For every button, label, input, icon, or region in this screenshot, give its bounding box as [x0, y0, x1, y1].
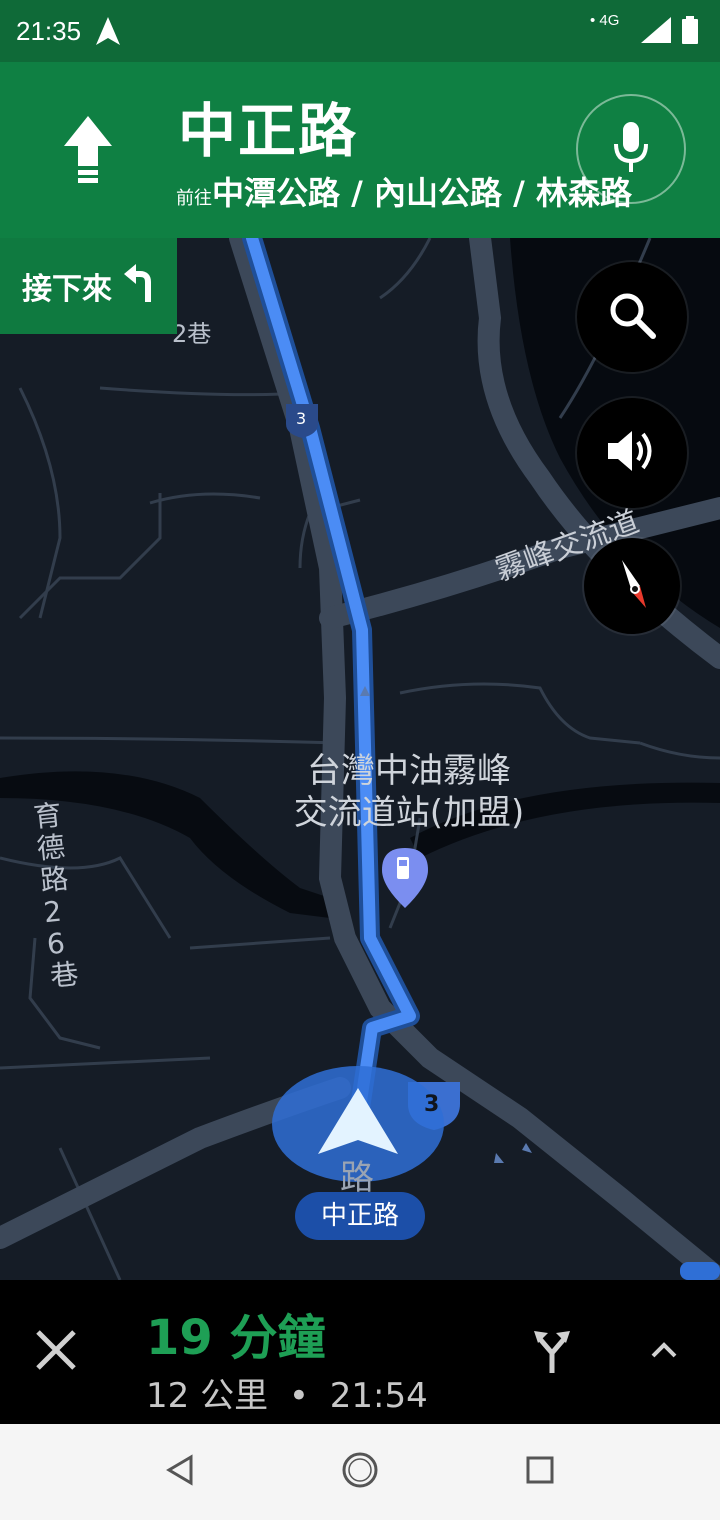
alternate-routes-button[interactable]	[526, 1326, 578, 1378]
next-step-label: 接下來	[22, 272, 112, 307]
fork-route-icon	[532, 1327, 572, 1377]
compass-icon	[612, 558, 652, 614]
toward-roads: 中潭公路 / 內山公路 / 林森路	[212, 174, 632, 212]
gas-station-pin-icon[interactable]	[382, 848, 428, 908]
eta-duration: 19 分鐘	[146, 1310, 326, 1366]
straight-arrow-icon	[60, 116, 116, 188]
navigation-instruction-banner[interactable]: 中正路 前往中潭公路 / 內山公路 / 林森路	[0, 62, 720, 238]
exit-navigation-button[interactable]	[28, 1324, 84, 1380]
poi-label-line2: 交流道站(加盟)	[293, 793, 525, 833]
back-icon	[165, 1454, 195, 1490]
system-navigation-bar	[0, 1424, 720, 1520]
navigation-arrow-icon	[94, 16, 122, 50]
toward-prefix: 前往	[176, 188, 212, 209]
trip-distance: 12 公里	[146, 1376, 269, 1416]
current-road-chip: 中正路	[295, 1192, 425, 1240]
home-button[interactable]	[338, 1450, 382, 1494]
battery-icon	[682, 16, 698, 48]
compass-button[interactable]	[584, 538, 680, 634]
chevron-up-icon	[649, 1340, 679, 1364]
sound-icon	[606, 428, 658, 478]
trip-details: 12 公里 • 21:54	[146, 1368, 428, 1417]
arrival-time: 21:54	[329, 1376, 428, 1416]
route-shield-large-number: 3	[424, 1092, 440, 1117]
recents-button[interactable]	[518, 1450, 562, 1494]
status-time: 21:35	[16, 16, 82, 46]
voice-search-button[interactable]	[576, 94, 686, 204]
poi-label-gas-station[interactable]: 台灣中油霧峰 交流道站(加盟)	[264, 750, 554, 834]
signal-icon	[640, 16, 672, 48]
mic-icon	[611, 120, 651, 178]
poi-label-line1: 台灣中油霧峰	[307, 751, 511, 791]
map-view[interactable]: 2巷 3 霧峰交流道 台灣中油霧峰 交流道站(加盟) 育德路26巷 路 3 中正…	[0, 238, 720, 1280]
current-street-name: 中正路	[178, 97, 359, 165]
network-indicator: • 4G	[590, 12, 620, 29]
home-icon	[341, 1451, 379, 1493]
next-step-chip[interactable]: 接下來	[0, 238, 177, 334]
trip-summary-panel[interactable]: 19 分鐘 12 公里 • 21:54	[0, 1280, 720, 1424]
search-along-route-button[interactable]	[577, 262, 687, 372]
turn-left-icon	[124, 264, 158, 308]
back-button[interactable]	[158, 1450, 202, 1494]
sound-button[interactable]	[577, 398, 687, 508]
search-icon	[607, 290, 657, 344]
close-icon	[36, 1330, 76, 1374]
toward-line: 前往中潭公路 / 內山公路 / 林森路	[176, 168, 632, 214]
trip-separator: •	[288, 1376, 309, 1416]
network-type: 4G	[599, 12, 620, 29]
route-shield-number: 3	[296, 409, 307, 428]
status-bar: 21:35 • 4G	[0, 0, 720, 62]
recents-icon	[525, 1455, 555, 1489]
map-label-lane: 2巷	[172, 320, 212, 348]
expand-panel-button[interactable]	[640, 1328, 688, 1376]
